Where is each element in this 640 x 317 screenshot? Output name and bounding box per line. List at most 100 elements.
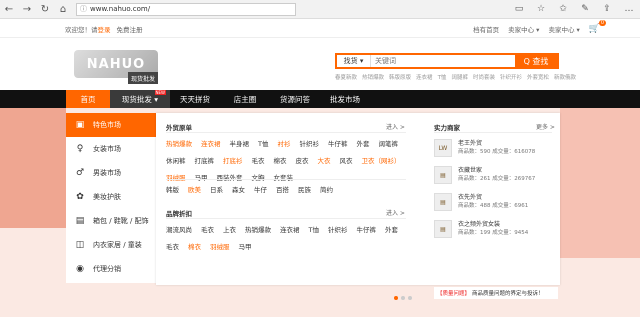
tag-link[interactable]: 休闲裤 bbox=[166, 155, 186, 165]
tag-link[interactable]: 热销爆款 bbox=[166, 138, 192, 148]
hot-keyword[interactable]: 针织开衫 bbox=[500, 73, 522, 81]
hot-keyword[interactable]: 时尚套装 bbox=[473, 73, 495, 81]
tag-link[interactable]: 森女 bbox=[232, 184, 245, 194]
notes-icon[interactable]: ✎ bbox=[574, 4, 596, 14]
tag-link[interactable]: 连衣裙 bbox=[280, 224, 300, 234]
share-icon[interactable]: ⇪ bbox=[596, 4, 618, 14]
carousel-dot[interactable] bbox=[401, 296, 405, 300]
nav-shop-circle[interactable]: 店主圈 bbox=[220, 90, 270, 108]
refresh-icon[interactable]: ↻ bbox=[36, 0, 54, 19]
tag-link[interactable]: 针织衫 bbox=[299, 138, 319, 148]
tag-link[interactable]: 羽绒服 bbox=[166, 172, 186, 182]
sidebar-item-featured[interactable]: ▣ 特色市场 bbox=[66, 113, 156, 137]
nav-market[interactable]: 批发市场 bbox=[320, 90, 370, 108]
tag-link[interactable]: 针织衫 bbox=[328, 224, 348, 234]
nav-home[interactable]: 首页 bbox=[66, 90, 110, 108]
hot-keyword[interactable]: 新款俄款 bbox=[554, 73, 576, 81]
tag-link[interactable]: T恤 bbox=[258, 138, 268, 148]
tag-link[interactable]: 打底衫 bbox=[223, 155, 243, 165]
login-link[interactable]: 登录 bbox=[98, 26, 111, 34]
tag-link[interactable]: 百搭 bbox=[276, 184, 289, 194]
tag-link[interactable]: 毛衣 bbox=[166, 241, 179, 251]
hot-keyword[interactable]: 连衣裙 bbox=[416, 73, 433, 81]
tag-link[interactable]: 马甲 bbox=[195, 172, 208, 182]
tag-link[interactable]: 大衣 bbox=[318, 155, 331, 165]
nav-qa[interactable]: 货源问答 bbox=[270, 90, 320, 108]
tag-link[interactable]: 外套 bbox=[356, 138, 369, 148]
tag-link[interactable]: 热销爆款 bbox=[245, 224, 271, 234]
tag-link[interactable]: 文胸 bbox=[252, 172, 265, 182]
tag-link[interactable]: 简约 bbox=[320, 184, 333, 194]
favorite-star-icon[interactable]: ☆ bbox=[530, 4, 552, 14]
merchant-item[interactable]: ▤ 衣之频外贸女装 商品数：199 成交量：9454 bbox=[434, 220, 528, 238]
tag-link[interactable]: 牛仔 bbox=[254, 184, 267, 194]
search-button[interactable]: Q 查找 bbox=[515, 55, 557, 67]
carousel-dot[interactable] bbox=[394, 296, 398, 300]
tag-link[interactable]: 风衣 bbox=[340, 155, 353, 165]
forward-icon[interactable]: → bbox=[18, 0, 36, 19]
tag-link[interactable]: 牛仔裤 bbox=[328, 138, 348, 148]
merchants-more-link[interactable]: 更多 > bbox=[536, 122, 555, 131]
section-title-merchants: 实力商家 bbox=[434, 124, 460, 132]
tag-link[interactable]: 棉衣 bbox=[188, 241, 201, 251]
tag-link[interactable]: 外套 bbox=[385, 224, 398, 234]
home-link[interactable]: 档有首页 bbox=[473, 24, 499, 34]
tag-link[interactable]: 女套装 bbox=[274, 172, 294, 182]
search-input[interactable] bbox=[371, 55, 515, 67]
tag-link[interactable]: 日系 bbox=[210, 184, 223, 194]
tag-link[interactable]: 衬衫 bbox=[277, 138, 290, 148]
tag-link[interactable]: 毛衣 bbox=[252, 155, 265, 165]
more-icon[interactable]: … bbox=[618, 4, 640, 14]
tag-link[interactable]: 马甲 bbox=[239, 241, 252, 251]
wholesale-button[interactable]: 现货批发 bbox=[128, 72, 159, 84]
tag-link[interactable]: T恤 bbox=[309, 224, 319, 234]
hot-keyword[interactable]: 热销爆款 bbox=[362, 73, 384, 81]
merchant-item[interactable]: ▤ 衣藏世家 商品数：261 成交量：269767 bbox=[434, 166, 535, 184]
tag-link[interactable]: 皮衣 bbox=[296, 155, 309, 165]
tag-link[interactable]: 卫衣（网衫） bbox=[362, 155, 401, 165]
tag-link[interactable]: 韩版 bbox=[166, 184, 179, 194]
hot-keyword[interactable]: T恤 bbox=[438, 73, 447, 81]
tag-link[interactable]: 牛仔裤 bbox=[356, 224, 376, 234]
sidebar-item-kids[interactable]: ◫ 内衣家居 / 童装 bbox=[66, 233, 156, 257]
tag-link[interactable]: 打底裤 bbox=[195, 155, 215, 165]
foreign-more-link[interactable]: 进入 > bbox=[386, 122, 405, 131]
tag-link[interactable]: 欧美 bbox=[188, 184, 201, 194]
hot-keyword[interactable]: 阔腿裤 bbox=[451, 73, 468, 81]
brand-more-link[interactable]: 进入 > bbox=[386, 208, 405, 217]
tag-link[interactable]: 毛衣 bbox=[201, 224, 214, 234]
hot-keyword[interactable]: 外套宽松 bbox=[527, 73, 549, 81]
merchant-item[interactable]: ▤ 衣先外贸 商品数：488 成交量：6961 bbox=[434, 193, 528, 211]
nav-group-buy[interactable]: 天天拼货 bbox=[170, 90, 220, 108]
tag-link[interactable]: 阔笔裤 bbox=[378, 138, 398, 148]
tag-link[interactable]: 棉衣 bbox=[274, 155, 287, 165]
carousel-dot[interactable] bbox=[408, 296, 412, 300]
tag-link[interactable]: 上衣 bbox=[223, 224, 236, 234]
sidebar-item-bags[interactable]: ▤ 箱包 / 鞋靴 / 配饰 bbox=[66, 209, 156, 233]
sidebar-item-women[interactable]: ♀ 女装市场 bbox=[66, 137, 156, 161]
tag-link[interactable]: 羽绒服 bbox=[210, 241, 230, 251]
tag-link[interactable]: 连衣裙 bbox=[201, 138, 221, 148]
hot-keyword[interactable]: 韩版原版 bbox=[389, 73, 411, 81]
sidebar-item-agent[interactable]: ◉ 代理分销 bbox=[66, 257, 156, 281]
sidebar-item-beauty[interactable]: ✿ 美妆护肤 bbox=[66, 185, 156, 209]
favorites-icon[interactable]: ✩ bbox=[552, 4, 574, 14]
address-bar[interactable]: ⓘ www.nahuo.com/ bbox=[76, 2, 296, 16]
tag-link[interactable]: 潮流风尚 bbox=[166, 224, 192, 234]
nav-wholesale[interactable]: 现货批发 ▾ NEW bbox=[110, 90, 170, 108]
buyer-center-menu[interactable]: 卖家中心 ▾ bbox=[548, 24, 579, 34]
tag-link[interactable]: 半身裙 bbox=[230, 138, 250, 148]
tag-link[interactable]: 西装外套 bbox=[217, 172, 243, 182]
merchant-item[interactable]: LW 老王外贸 商品数：590 成交量：616078 bbox=[434, 139, 535, 157]
cart-icon[interactable]: 🛒 0 bbox=[589, 19, 606, 34]
reading-mode-icon[interactable]: ▭ bbox=[508, 4, 530, 14]
notice-bar[interactable]: 【质量问题】 商品质量问题的界定与投诉！ bbox=[434, 287, 558, 299]
home-icon[interactable]: ⌂ bbox=[54, 0, 72, 19]
back-icon[interactable]: ← bbox=[0, 0, 18, 19]
hot-keyword[interactable]: 春夏新款 bbox=[335, 73, 357, 81]
search-category-select[interactable]: 找货 ▾ bbox=[337, 55, 371, 67]
tag-link[interactable]: 民族 bbox=[298, 184, 311, 194]
register-link[interactable]: 免费注册 bbox=[117, 24, 143, 34]
seller-center-menu[interactable]: 卖家中心 ▾ bbox=[508, 24, 539, 34]
sidebar-item-men[interactable]: ♂ 男装市场 bbox=[66, 161, 156, 185]
